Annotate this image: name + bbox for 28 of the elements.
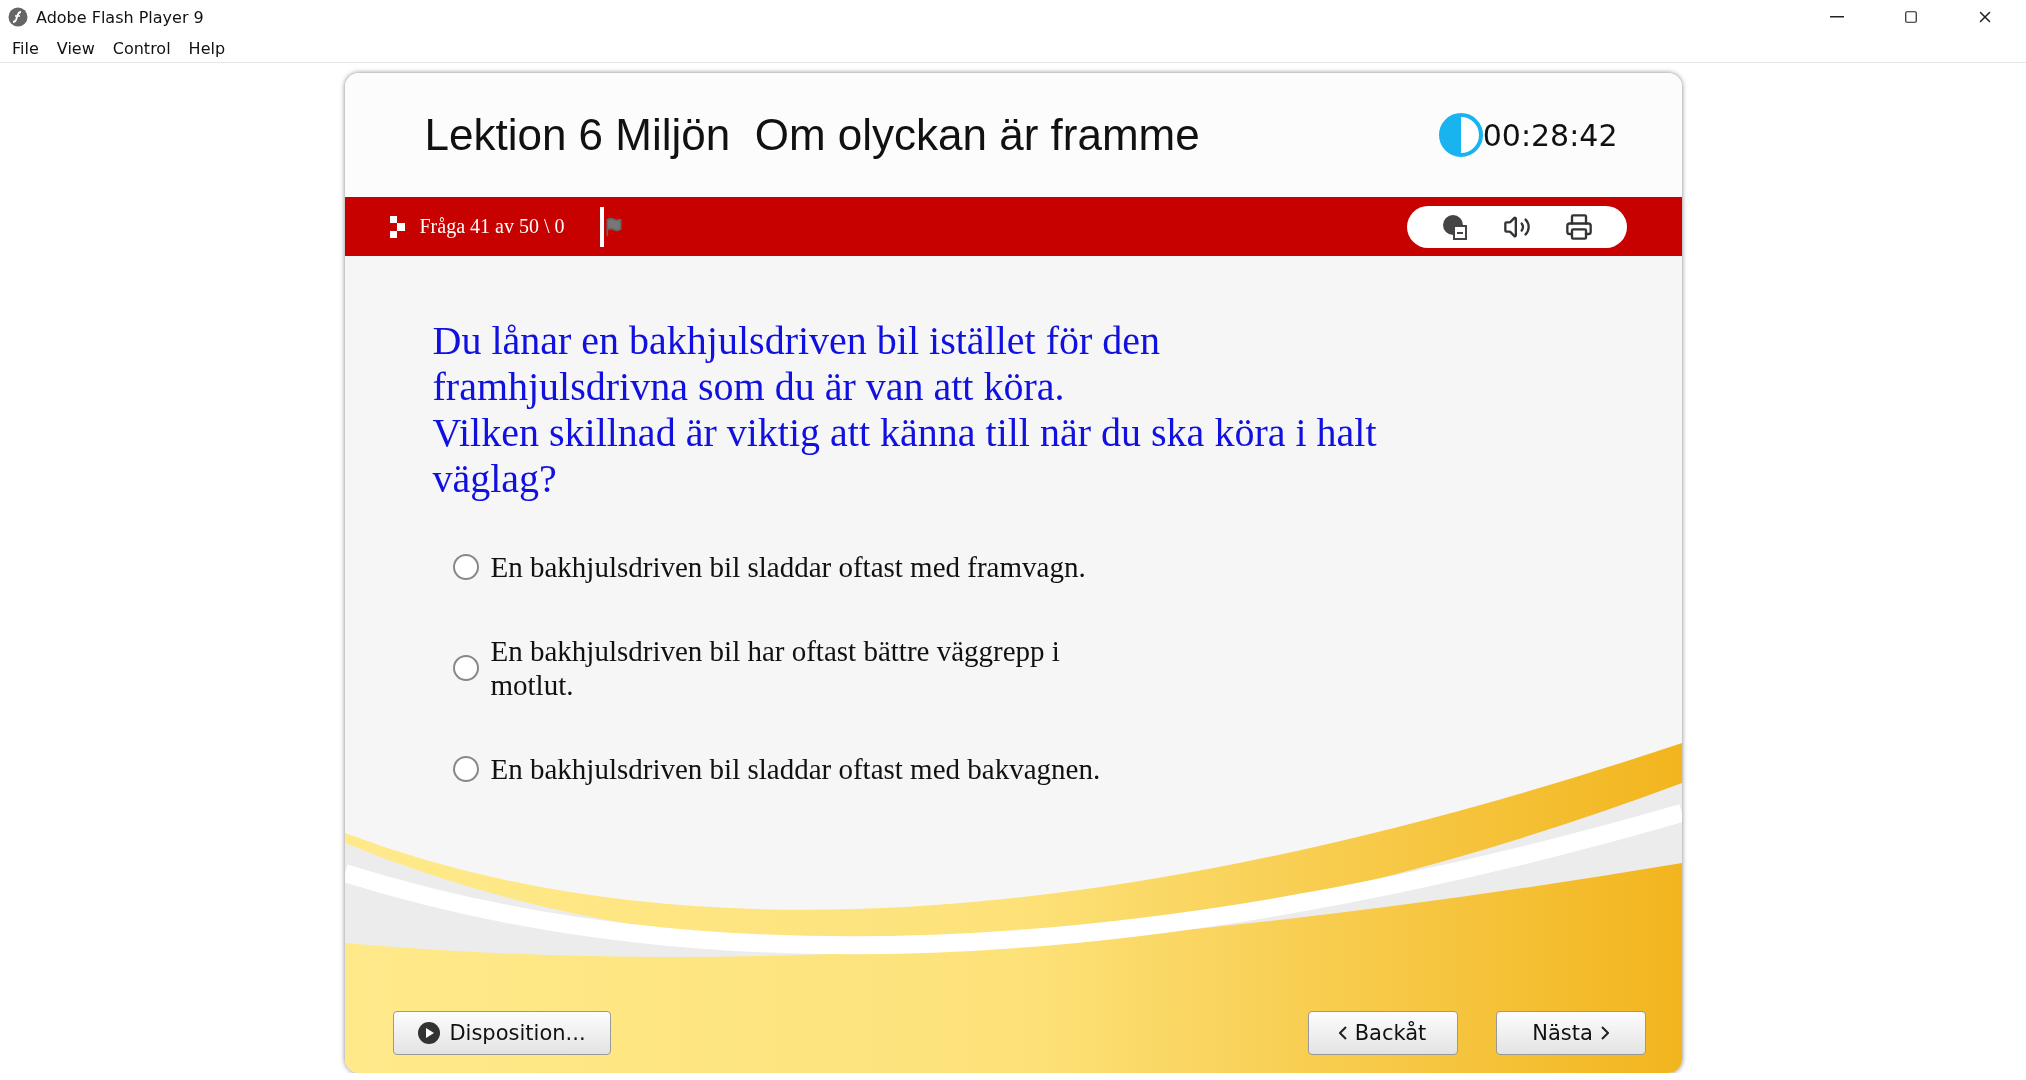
chevron-right-icon bbox=[1600, 1026, 1609, 1040]
menu-item[interactable]: File bbox=[4, 34, 47, 62]
lesson-title: Lektion 6 Miljön Om olyckan är framme bbox=[424, 110, 1201, 160]
app-logo-icon bbox=[8, 7, 28, 27]
answer-option: En bakhjulsdriven bil har oftast bättre väggrepp i motlut. bbox=[490, 634, 1131, 702]
radio-button[interactable] bbox=[452, 655, 479, 681]
user-note-icon[interactable] bbox=[1440, 213, 1469, 240]
menu-item[interactable]: Help bbox=[180, 34, 234, 62]
chevron-left-icon bbox=[1338, 1026, 1347, 1040]
print-icon[interactable] bbox=[1564, 212, 1593, 241]
play-icon bbox=[417, 1021, 442, 1045]
back-button[interactable]: Backåt bbox=[1307, 1011, 1458, 1055]
question-text: Du lånar en bakhjulsdriven bil istället för den framhjulsdrivna som du är van att köra. Vilken skillnad är viktig att känna till när du ska köra i halt väglag? bbox=[432, 318, 1378, 502]
question-counter: Fråga 41 av 50 \ 0 bbox=[419, 215, 565, 238]
answer-option: En bakhjulsdriven bil sladdar oftast med bakvagnen. bbox=[490, 752, 1101, 786]
answer-option: En bakhjulsdriven bil sladdar oftast med framvagn. bbox=[490, 550, 1086, 584]
radio-button[interactable] bbox=[452, 756, 479, 782]
maximize-icon bbox=[1904, 10, 1918, 24]
next-button[interactable]: Nästa bbox=[1495, 1011, 1646, 1055]
minimize-icon bbox=[1830, 16, 1844, 18]
puzzle-icon bbox=[389, 215, 406, 238]
disposition-button[interactable]: Disposition... bbox=[392, 1011, 611, 1055]
timer: 00:28:42 bbox=[1482, 117, 1618, 153]
menu-item[interactable]: Control bbox=[104, 34, 179, 62]
menu-item[interactable]: View bbox=[48, 34, 103, 62]
radio-button[interactable] bbox=[452, 554, 479, 580]
timer-icon bbox=[1438, 113, 1483, 157]
window-title: Adobe Flash Player 9 bbox=[36, 7, 205, 27]
